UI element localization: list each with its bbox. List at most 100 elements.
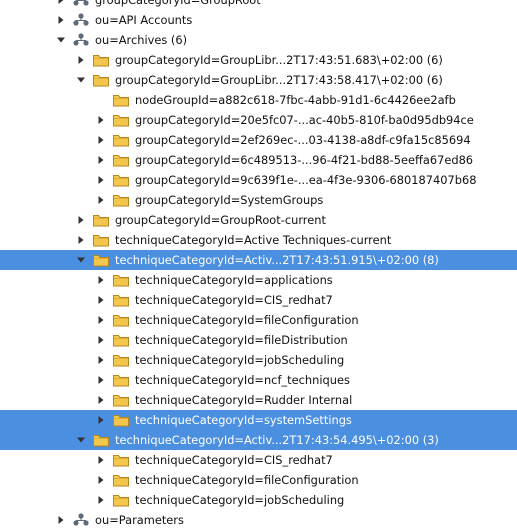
folder-icon: [112, 412, 130, 428]
tree-row[interactable]: techniqueCategoryId=Activ...2T17:43:54.4…: [0, 430, 517, 450]
expanded-arrow-icon[interactable]: [76, 75, 86, 85]
collapsed-arrow-icon[interactable]: [56, 15, 66, 25]
folder-icon: [112, 192, 130, 208]
collapsed-arrow-icon[interactable]: [96, 135, 106, 145]
tree-row[interactable]: techniqueCategoryId=fileConfiguration: [0, 310, 517, 330]
collapsed-arrow-icon[interactable]: [96, 115, 106, 125]
tree-row[interactable]: techniqueCategoryId=jobScheduling: [0, 350, 517, 370]
tree-row[interactable]: groupCategoryId=9c639f1e-...ea-4f3e-9306…: [0, 170, 517, 190]
collapsed-arrow-icon[interactable]: [76, 235, 86, 245]
tree-row-label: groupCategoryId=GroupLibr...2T17:43:51.6…: [115, 53, 443, 67]
tree-row-label: groupCategoryId=SystemGroups: [135, 193, 324, 207]
tree-row[interactable]: techniqueCategoryId=applications: [0, 270, 517, 290]
folder-icon: [112, 312, 130, 328]
collapsed-arrow-icon[interactable]: [96, 475, 106, 485]
collapsed-arrow-icon[interactable]: [76, 55, 86, 65]
tree-row[interactable]: ou=Archives (6): [0, 30, 517, 50]
collapsed-arrow-icon[interactable]: [96, 355, 106, 365]
tree-row-label: techniqueCategoryId=applications: [135, 273, 333, 287]
tree-row[interactable]: techniqueCategoryId=fileDistribution: [0, 330, 517, 350]
collapsed-arrow-icon[interactable]: [96, 275, 106, 285]
tree-row-label: techniqueCategoryId=Rudder Internal: [135, 393, 353, 407]
tree-row[interactable]: techniqueCategoryId=jobScheduling: [0, 490, 517, 510]
tree-row-label: groupCategoryId=GroupRoot: [95, 0, 261, 7]
tree-row[interactable]: techniqueCategoryId=CIS_redhat7: [0, 450, 517, 470]
org-unit-icon: [72, 512, 90, 528]
tree-row-label: techniqueCategoryId=CIS_redhat7: [135, 293, 333, 307]
tree-row[interactable]: techniqueCategoryId=fileConfiguration: [0, 470, 517, 490]
tree-row[interactable]: groupCategoryId=GroupLibr...2T17:43:51.6…: [0, 50, 517, 70]
tree-row-label: techniqueCategoryId=jobScheduling: [135, 353, 345, 367]
collapsed-arrow-icon[interactable]: [56, 0, 66, 5]
folder-icon: [92, 212, 110, 228]
tree-row-label: techniqueCategoryId=CIS_redhat7: [135, 453, 333, 467]
tree-row[interactable]: techniqueCategoryId=Rudder Internal: [0, 390, 517, 410]
collapsed-arrow-icon[interactable]: [76, 215, 86, 225]
tree-row-label: groupCategoryId=GroupRoot-current: [115, 213, 326, 227]
tree-row[interactable]: groupCategoryId=20e5fc07-...ac-40b5-810f…: [0, 110, 517, 130]
tree-row[interactable]: techniqueCategoryId=systemSettings: [0, 410, 517, 430]
tree-row-label: groupCategoryId=6c489513-...96-4f21-bd88…: [135, 153, 474, 167]
tree-row[interactable]: groupCategoryId=2ef269ec-...03-4138-a8df…: [0, 130, 517, 150]
folder-icon: [92, 432, 110, 448]
collapsed-arrow-icon[interactable]: [96, 295, 106, 305]
expanded-arrow-icon[interactable]: [76, 255, 86, 265]
expanded-arrow-icon[interactable]: [56, 35, 66, 45]
tree-row[interactable]: techniqueCategoryId=Active Techniques-cu…: [0, 230, 517, 250]
tree-row[interactable]: groupCategoryId=GroupRoot-current: [0, 210, 517, 230]
tree-row-label: techniqueCategoryId=Active Techniques-cu…: [115, 233, 392, 247]
tree-row[interactable]: ou=API Accounts: [0, 10, 517, 30]
folder-icon: [92, 252, 110, 268]
collapsed-arrow-icon[interactable]: [96, 415, 106, 425]
tree-row-label: techniqueCategoryId=fileConfiguration: [135, 313, 359, 327]
folder-icon: [92, 232, 110, 248]
collapsed-arrow-icon[interactable]: [96, 315, 106, 325]
collapsed-arrow-icon[interactable]: [96, 375, 106, 385]
folder-icon: [92, 72, 110, 88]
tree-row-label: groupCategoryId=20e5fc07-...ac-40b5-810f…: [135, 113, 474, 127]
folder-icon: [112, 292, 130, 308]
collapsed-arrow-icon[interactable]: [96, 195, 106, 205]
org-unit-icon: [72, 0, 90, 8]
tree-row-label: techniqueCategoryId=jobScheduling: [135, 493, 345, 507]
collapsed-arrow-icon[interactable]: [56, 515, 66, 525]
folder-icon: [92, 52, 110, 68]
tree-row[interactable]: nodeGroupId=a882c618-7fbc-4abb-91d1-6c44…: [0, 90, 517, 110]
collapsed-arrow-icon[interactable]: [96, 175, 106, 185]
tree-row[interactable]: techniqueCategoryId=ncf_techniques: [0, 370, 517, 390]
collapsed-arrow-icon[interactable]: [96, 155, 106, 165]
folder-icon: [112, 132, 130, 148]
folder-icon: [112, 472, 130, 488]
collapsed-arrow-icon[interactable]: [96, 335, 106, 345]
collapsed-arrow-icon[interactable]: [96, 395, 106, 405]
tree-row[interactable]: groupCategoryId=GroupRoot: [0, 0, 517, 10]
tree-row-label: techniqueCategoryId=fileConfiguration: [135, 473, 359, 487]
tree-row-label: techniqueCategoryId=systemSettings: [135, 413, 352, 427]
collapsed-arrow-icon[interactable]: [96, 455, 106, 465]
tree-row[interactable]: techniqueCategoryId=Activ...2T17:43:51.9…: [0, 250, 517, 270]
tree-row-label: techniqueCategoryId=fileDistribution: [135, 333, 348, 347]
org-unit-icon: [72, 12, 90, 28]
tree-row-label: techniqueCategoryId=Activ...2T17:43:51.9…: [115, 253, 439, 267]
tree-row[interactable]: groupCategoryId=SystemGroups: [0, 190, 517, 210]
tree-row-label: ou=API Accounts: [95, 13, 193, 27]
folder-icon: [112, 272, 130, 288]
collapsed-arrow-icon[interactable]: [96, 495, 106, 505]
tree-row-label: techniqueCategoryId=Activ...2T17:43:54.4…: [115, 433, 439, 447]
folder-icon: [112, 152, 130, 168]
tree-row-label: ou=Archives (6): [95, 33, 188, 47]
folder-icon: [112, 352, 130, 368]
tree-row[interactable]: techniqueCategoryId=CIS_redhat7: [0, 290, 517, 310]
tree-row-label: techniqueCategoryId=ncf_techniques: [135, 373, 350, 387]
tree-row-label: ou=Parameters: [95, 513, 184, 527]
folder-icon: [112, 112, 130, 128]
folder-icon: [112, 392, 130, 408]
expanded-arrow-icon[interactable]: [76, 435, 86, 445]
tree-row[interactable]: groupCategoryId=GroupLibr...2T17:43:58.4…: [0, 70, 517, 90]
tree-row-label: groupCategoryId=2ef269ec-...03-4138-a8df…: [135, 133, 471, 147]
folder-icon: [112, 172, 130, 188]
tree-row-label: nodeGroupId=a882c618-7fbc-4abb-91d1-6c44…: [135, 93, 456, 107]
tree-row[interactable]: groupCategoryId=6c489513-...96-4f21-bd88…: [0, 150, 517, 170]
folder-icon: [112, 332, 130, 348]
tree-row[interactable]: ou=Parameters: [0, 510, 517, 530]
